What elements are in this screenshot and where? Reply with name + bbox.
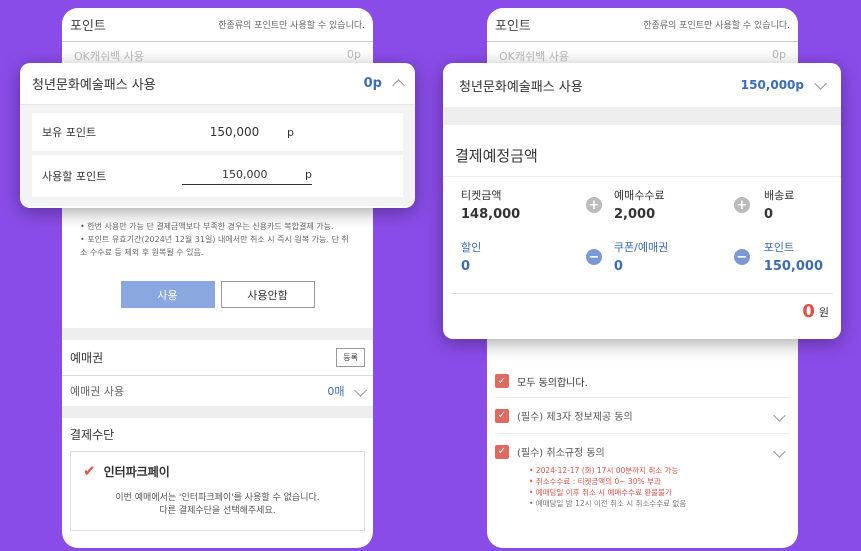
coupon-cell: 쿠폰/예매권 0 [614,239,734,293]
divider [443,107,841,125]
point-value: 150,000 [763,259,823,274]
ticket-price-cell: 티켓금액 148,000 [461,187,586,233]
no-use-button[interactable]: 사용안함 [220,281,315,308]
point-section-header: 포인트 한종류의 포인트만 사용할 수 있습니다. [487,8,798,42]
payment-method-box[interactable]: ✔ 인터파크페이 이번 예매에서는 '인터파크페이'를 사용할 수 없습니다. … [70,451,365,531]
cancel-note-1: • 2024-12-17 (화) 17시 00분까지 취소 가능 [529,466,679,475]
delivery-fee-label: 배송료 [764,189,795,202]
summary-row-2: 할인 0 − 쿠폰/예매권 0 − 포인트 150,000 [443,233,841,293]
plus-icon: + [734,197,750,213]
youth-pass-value: 0p [363,76,382,91]
check-icon: ✔ [83,462,96,480]
booking-fee-label: 예매수수료 [614,189,665,202]
payment-message-2: 다른 결제수단을 선택해주세요. [159,506,276,516]
agree-third-party-row[interactable]: ✓ (필수) 제3자 정보제공 동의 [495,398,790,434]
voucher-use-row[interactable]: 예매권 사용 0매 [62,376,373,406]
held-point-label: 보유 포인트 [42,126,97,139]
point-notes: • 한번 사용만 가능 단 결제금액보다 부족한 경우는 신용카드 복합결제 가… [62,220,373,259]
payment-title: 결제수단 [70,428,115,442]
plus-icon: + [586,197,602,213]
coupon-label: 쿠폰/예매권 [613,241,669,254]
divider [62,328,373,340]
cancel-note-2: • 취소수수료 : 티켓금액의 0~ 30% 부과 [529,477,661,486]
ticket-price-label: 티켓금액 [461,189,502,202]
discount-value: 0 [461,259,471,274]
use-point-value: 150,000 [222,167,268,181]
total-unit: 원 [818,305,829,319]
chevron-down-icon[interactable] [814,76,827,90]
ok-cashbag-label: OK캐쉬백 사용 [74,50,144,63]
voucher-register-button[interactable]: 등록 [336,348,365,367]
point-section-note: 한종류의 포인트만 사용할 수 있습니다. [218,21,365,31]
ok-cashbag-value: 0p [772,48,786,61]
use-point-label: 사용할 포인트 [42,170,107,183]
minus-icon: − [585,249,602,265]
ok-cashbag-value: 0p [347,48,361,61]
chevron-down-icon[interactable] [773,445,786,458]
agree-cancel-row[interactable]: ✓ (필수) 취소규정 동의 • 2024-12-17 (화) 17시 00분까… [495,434,790,509]
discount-cell: 할인 0 [461,239,586,293]
agree-all-row[interactable]: ✓ 모두 동의합니다. [495,365,790,398]
voucher-value: 0매 [327,385,345,398]
point-section-title: 포인트 [70,19,106,34]
booking-fee-value: 2,000 [614,207,656,222]
minus-icon: − [733,249,750,265]
summary-row-1: 티켓금액 148,000 + 예매수수료 2,000 + 배송료 0 [443,177,841,233]
payment-method-name: 인터파크페이 [103,464,170,479]
point-section-note: 한종류의 포인트만 사용할 수 있습니다. [643,21,790,31]
summary-title: 결제예정금액 [455,147,538,165]
total-row: 0 원 [451,293,833,329]
chevron-down-icon[interactable] [354,384,367,397]
discount-label: 할인 [461,241,482,254]
youth-pass-title: 청년문화예술패스 사용 [459,79,583,95]
agree-all-label: 모두 동의합니다. [517,377,588,389]
use-point-row: 사용할 포인트 150,000 p [32,155,403,197]
chevron-down-icon[interactable] [773,409,786,422]
held-point-row: 보유 포인트 150,000 p [32,113,403,151]
chevron-up-icon[interactable] [392,79,405,92]
youth-pass-card-left: 청년문화예술패스 사용 0p 보유 포인트 150,000 p 사용할 포인트 … [20,63,415,208]
total-value: 0 [802,301,815,322]
voucher-header: 예매권 등록 [62,340,373,376]
checkbox-icon[interactable]: ✓ [495,444,509,459]
voucher-use-label: 예매권 사용 [70,385,125,398]
point-note-2: • 포인트 유효기간(2024년 12월 31일) 내에서만 취소 시 즉시 원… [80,235,349,257]
checkbox-icon[interactable]: ✓ [495,408,509,423]
cancel-note-3: • 예매당일 이후 취소 시 예매수수료 환불불가 [529,488,672,497]
use-point-input[interactable]: 150,000 p [182,168,312,185]
point-cell: 포인트 150,000 [764,239,823,293]
point-note-1: • 한번 사용만 가능 단 결제금액보다 부족한 경우는 신용카드 복합결제 가… [80,222,334,231]
checkbox-icon[interactable]: ✓ [495,374,509,388]
agree-cancel-label: (필수) 취소규정 동의 [517,448,605,459]
divider [62,406,373,418]
delivery-fee-cell: 배송료 0 [764,187,794,233]
ok-cashbag-label: OK캐쉬백 사용 [499,50,569,63]
payment-summary-card: 청년문화예술패스 사용 150,000p 결제예정금액 티켓금액 148,000… [443,63,841,339]
youth-pass-title: 청년문화예술패스 사용 [32,78,156,93]
delivery-fee-value: 0 [764,207,774,222]
use-button[interactable]: 사용 [120,281,215,308]
cancel-note-4: • 예매당일 밤 12시 이전 취소 시 취소수수료 없음 [529,499,687,508]
held-point-unit: p [287,125,294,139]
held-point-value: 150,000 [209,125,260,139]
use-point-unit: p [305,167,312,181]
payment-message-1: 이번 예매에서는 '인터파크페이'를 사용할 수 없습니다. [115,493,320,503]
ticket-price-value: 148,000 [461,207,521,222]
coupon-value: 0 [613,259,623,274]
point-label: 포인트 [763,241,795,254]
point-section-header: 포인트 한종류의 포인트만 사용할 수 있습니다. [62,8,373,42]
youth-pass-value: 150,000p [740,78,804,92]
cancel-notes: • 2024-12-17 (화) 17시 00분까지 취소 가능 • 취소수수료… [495,465,790,509]
agree-third-party-label: (필수) 제3자 정보제공 동의 [517,412,633,423]
point-section-title: 포인트 [495,19,531,34]
booking-fee-cell: 예매수수료 2,000 [614,187,734,233]
voucher-title: 예매권 [70,351,104,365]
